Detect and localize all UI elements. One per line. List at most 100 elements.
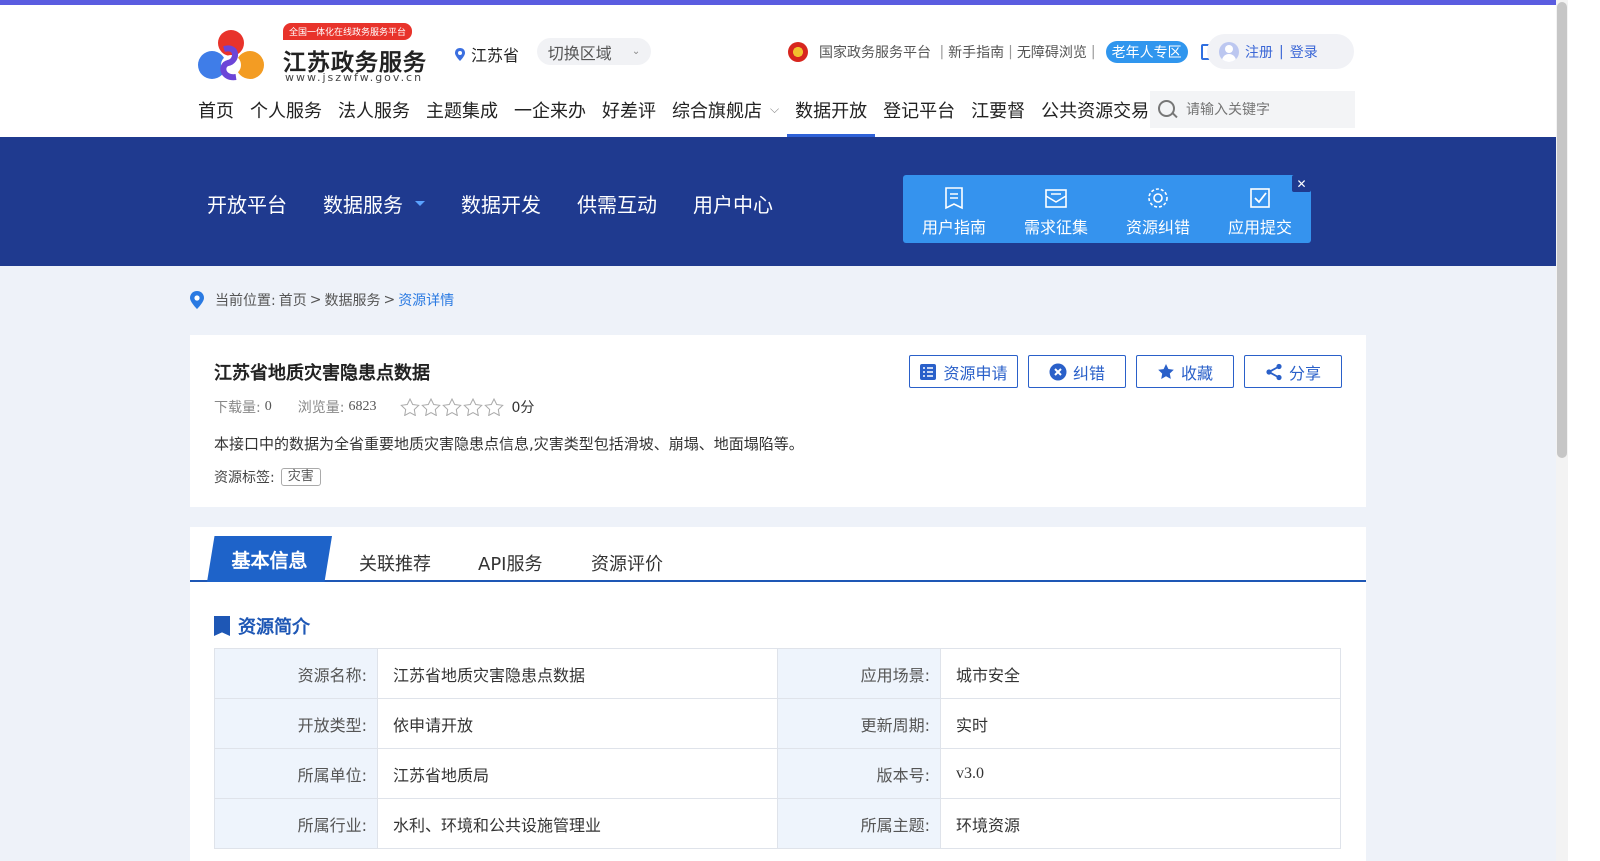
tab-related[interactable]: 关联推荐	[359, 550, 431, 576]
nav-item-rating[interactable]: 好差评	[594, 91, 664, 137]
resource-tags: 资源标签: 灾害	[214, 467, 321, 487]
breadcrumb-prefix: 当前位置:	[215, 293, 276, 309]
downloads-label: 下载量:	[214, 400, 261, 416]
subnav-data-dev[interactable]: 数据开发	[461, 189, 541, 218]
page-margin	[1568, 0, 1600, 861]
info-label: 所属单位:	[214, 748, 378, 799]
breadcrumb-sep: >	[309, 292, 322, 308]
quick-demand-collect-label: 需求征集	[1023, 218, 1088, 237]
search-icon[interactable]	[1158, 100, 1177, 119]
quick-demand-collect[interactable]: 需求征集	[1005, 175, 1107, 243]
star-icon	[421, 398, 442, 416]
site-logo[interactable]: 全国一体化在线政务服务平台 江苏政务服务 www.jszwfw.gov.cn	[190, 23, 430, 87]
breadcrumb-current: 资源详情	[398, 293, 455, 309]
nav-item-supervision[interactable]: 江要督	[963, 91, 1033, 137]
report-error-button[interactable]: 纠错	[1028, 355, 1126, 388]
divider: |	[1008, 44, 1013, 60]
favorite-button[interactable]: 收藏	[1136, 355, 1234, 388]
login-area: 注册 | 登录	[1207, 34, 1354, 69]
info-value: 水利、环境和公共设施管理业	[377, 798, 778, 849]
resource-description: 本接口中的数据为全省重要地质灾害隐患点信息,灾害类型包括滑坡、崩塌、地面塌陷等。	[214, 435, 804, 453]
info-value: 依申请开放	[377, 698, 778, 749]
beginner-guide-link[interactable]: 新手指南	[948, 42, 1004, 62]
detail-tabs: 基本信息 关联推荐 API服务 资源评价	[190, 527, 1366, 582]
guide-doc-icon	[945, 187, 963, 210]
national-emblem-icon	[788, 42, 808, 62]
star-icon	[463, 398, 484, 416]
views-count: 6823	[348, 399, 377, 414]
apply-resource-button[interactable]: 资源申请	[909, 355, 1018, 388]
downloads-count: 0	[264, 399, 272, 414]
nav-item-registration[interactable]: 登记平台	[875, 91, 963, 137]
subnav-data-service-label: 数据服务	[323, 193, 403, 217]
subnav-open-platform[interactable]: 开放平台	[207, 189, 287, 218]
nav-item-home[interactable]: 首页	[190, 91, 242, 137]
resource-card: 江苏省地质灾害隐患点数据 下载量: 0 浏览量: 6823 0分 本接口中的数据…	[190, 335, 1366, 507]
section-title-label: 资源简介	[238, 617, 310, 638]
tab-reviews[interactable]: 资源评价	[591, 550, 663, 576]
national-platform-link[interactable]: 国家政务服务平台	[819, 42, 931, 62]
register-link[interactable]: 注册	[1245, 42, 1273, 62]
tab-basic-info[interactable]: 基本信息	[207, 536, 332, 582]
tab-api-service[interactable]: API服务	[478, 550, 542, 576]
nav-item-legal-person[interactable]: 法人服务	[330, 91, 418, 137]
scrollbar-thumb[interactable]	[1557, 2, 1567, 458]
login-link[interactable]: 登录	[1290, 42, 1318, 62]
breadcrumb: 当前位置: 首页 > 数据服务 > 资源详情	[190, 290, 454, 310]
chevron-down-icon: ⌄	[631, 46, 641, 57]
elder-zone-button[interactable]: 老年人专区	[1105, 41, 1188, 63]
nav-item-open-data[interactable]: 数据开放	[787, 91, 876, 137]
resource-stats: 下载量: 0 浏览量: 6823 0分	[214, 397, 534, 417]
info-value: 江苏省地质局	[377, 748, 778, 799]
table-row: 所属单位: 江苏省地质局 版本号: v3.0	[214, 748, 1341, 799]
breadcrumb-sep: >	[383, 292, 396, 308]
nav-item-flagship[interactable]: 综合旗舰店 ⌵	[664, 91, 787, 137]
sub-nav: 开放平台 数据服务 数据开发 供需互动 用户中心	[207, 189, 773, 218]
subnav-data-service[interactable]: 数据服务	[323, 189, 425, 218]
nav-item-personal[interactable]: 个人服务	[242, 91, 330, 137]
info-label: 更新周期:	[777, 698, 941, 749]
rating-stars[interactable]	[400, 398, 505, 416]
quick-resource-correction[interactable]: 资源纠错	[1107, 175, 1209, 243]
accessibility-link[interactable]: 无障碍浏览	[1017, 42, 1087, 62]
star-icon	[400, 398, 421, 416]
favorite-label: 收藏	[1180, 363, 1213, 383]
login-separator: |	[1279, 43, 1284, 60]
top-links: 国家政务服务平台 | 新手指南 | 无障碍浏览 | 老年人专区	[788, 41, 1211, 63]
rating-score: 0分	[511, 400, 535, 416]
region-label: 江苏省	[471, 46, 520, 65]
info-label: 所属行业:	[214, 798, 378, 849]
breadcrumb-home[interactable]: 首页	[279, 290, 307, 310]
subnav-user-center[interactable]: 用户中心	[693, 189, 773, 218]
search-input[interactable]	[1186, 101, 1346, 118]
info-value: 江苏省地质灾害隐患点数据	[377, 648, 778, 699]
resource-title: 江苏省地质灾害隐患点数据	[214, 363, 430, 384]
info-label: 开放类型:	[214, 698, 378, 749]
nav-item-public-resources[interactable]: 公共资源交易	[1033, 91, 1157, 137]
nav-item-theme[interactable]: 主题集成	[418, 91, 506, 137]
quick-user-guide[interactable]: 用户指南	[903, 175, 1005, 243]
subnav-supply-demand[interactable]: 供需互动	[577, 189, 657, 218]
search-box	[1150, 91, 1355, 128]
share-button[interactable]: 分享	[1244, 355, 1342, 388]
switch-region-label: 切换区域	[547, 43, 612, 63]
logo-domain: www.jszwfw.gov.cn	[285, 71, 424, 84]
current-region: 江苏省	[455, 42, 519, 66]
close-icon[interactable]: ✕	[1292, 175, 1311, 192]
info-value: 城市安全	[940, 648, 1341, 699]
list-icon	[920, 363, 937, 380]
breadcrumb-data-service[interactable]: 数据服务	[324, 290, 380, 310]
info-label: 资源名称:	[214, 648, 378, 699]
switch-region-button[interactable]: 切换区域 ⌄	[537, 38, 651, 65]
star-icon	[1158, 363, 1174, 379]
resource-actions: 资源申请 纠错 收藏 分享	[909, 355, 1342, 388]
nav-item-enterprise[interactable]: 一企来办	[506, 91, 594, 137]
info-value: 实时	[940, 698, 1341, 749]
divider: |	[1090, 44, 1096, 60]
star-icon	[442, 398, 463, 416]
location-pin-icon	[455, 47, 465, 61]
data-platform-banner: 开放平台 数据服务 数据开发 供需互动 用户中心 用户指南 需求征集 资源纠错 …	[0, 137, 1556, 266]
info-label: 所属主题:	[777, 798, 941, 849]
share-icon	[1266, 363, 1282, 380]
tag-chip[interactable]: 灾害	[280, 468, 321, 486]
